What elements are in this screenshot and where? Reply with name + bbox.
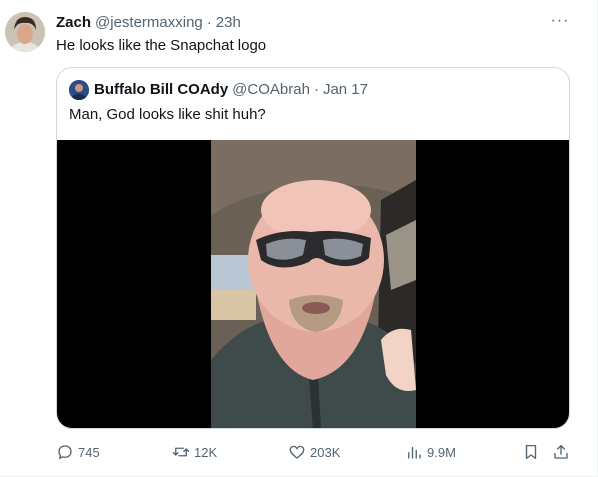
display-name[interactable]: Zach xyxy=(56,13,91,33)
reply-count: 745 xyxy=(78,444,100,460)
reply-button[interactable]: 745 xyxy=(56,440,100,464)
views-button[interactable]: 9.9M xyxy=(405,440,456,464)
quote-separator: · xyxy=(313,81,319,98)
bookmark-icon xyxy=(525,444,537,460)
reply-icon xyxy=(58,445,72,460)
like-count: 203K xyxy=(310,444,341,460)
repost-icon xyxy=(172,447,190,457)
handle[interactable]: @jestermaxxing xyxy=(95,13,203,33)
repost-count: 12K xyxy=(194,444,218,460)
quote-avatar[interactable] xyxy=(69,80,89,100)
quote-text: Man, God looks like shit huh? xyxy=(69,106,266,123)
tweet-text: He looks like the Snapchat logo xyxy=(56,37,267,54)
video-frame xyxy=(211,140,416,428)
more-icon[interactable]: ··· xyxy=(549,12,571,30)
like-icon xyxy=(289,445,305,459)
bookmark-button[interactable] xyxy=(522,440,540,464)
views-icon xyxy=(408,446,421,459)
quote-display-name[interactable]: Buffalo Bill COAdy xyxy=(94,80,228,100)
quote-date[interactable]: Jan 17 xyxy=(323,80,368,100)
quoted-tweet[interactable]: Buffalo Bill COAdy @COAbrah · Jan 17 Man… xyxy=(56,67,570,429)
video-player[interactable] xyxy=(57,140,569,428)
separator: · xyxy=(206,14,212,31)
like-button[interactable]: 203K xyxy=(288,440,340,464)
avatar[interactable] xyxy=(5,12,45,52)
quote-handle[interactable]: @COAbrah xyxy=(232,80,310,100)
repost-button[interactable]: 12K xyxy=(172,440,217,464)
action-bar: 745 12K 203K 9.9M xyxy=(56,440,572,464)
tweet[interactable]: Zach @jestermaxxing · 23h ··· He looks l… xyxy=(0,0,598,477)
tweet-header: Zach @jestermaxxing · 23h xyxy=(56,13,241,33)
timestamp[interactable]: 23h xyxy=(216,13,241,33)
share-button[interactable] xyxy=(552,440,570,464)
quote-header: Buffalo Bill COAdy @COAbrah · Jan 17 xyxy=(94,80,368,100)
view-count: 9.9M xyxy=(427,444,456,460)
share-icon xyxy=(554,444,568,459)
